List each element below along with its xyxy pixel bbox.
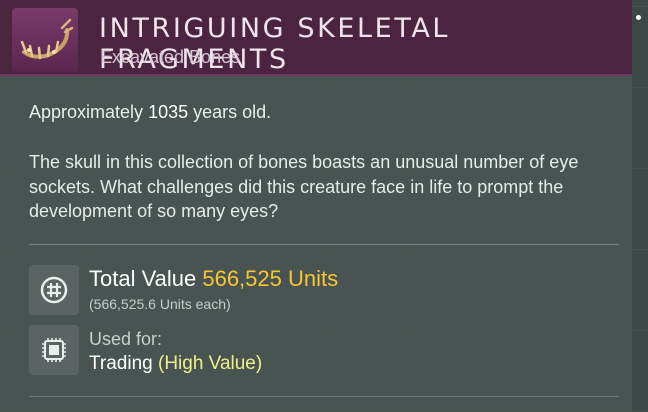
usage-qualifier: (High Value) (158, 353, 263, 374)
item-description: The skull in this collection of bones bo… (29, 152, 579, 221)
section-divider (29, 244, 619, 245)
age-suffix: years old. (193, 102, 272, 122)
usage-category: Trading (89, 353, 153, 374)
age-value: 1035 (148, 102, 189, 122)
trading-chip-icon (29, 325, 79, 375)
item-header: INTRIGUING SKELETAL FRAGMENTS Excavated … (0, 0, 632, 76)
total-value: Total Value 566,525 Units (89, 266, 338, 292)
indicator-dot (636, 15, 641, 20)
total-value-amount: 566,525 Units (202, 266, 339, 291)
item-age: Approximately 1035 years old. (29, 102, 271, 123)
age-prefix: Approximately (29, 102, 144, 122)
item-tooltip: INTRIGUING SKELETAL FRAGMENTS Excavated … (0, 0, 632, 412)
skeletal-fragments-icon (12, 8, 78, 72)
used-for-value: Trading (High Value) (89, 353, 262, 375)
item-subtitle: Excavated Bones (100, 47, 241, 67)
bottom-divider (29, 396, 619, 397)
total-value-label: Total Value (89, 266, 197, 291)
unit-value-each: (566,525.6 Units each) (89, 296, 231, 312)
units-currency-icon (29, 265, 79, 315)
used-for-label: Used for: (89, 329, 163, 349)
